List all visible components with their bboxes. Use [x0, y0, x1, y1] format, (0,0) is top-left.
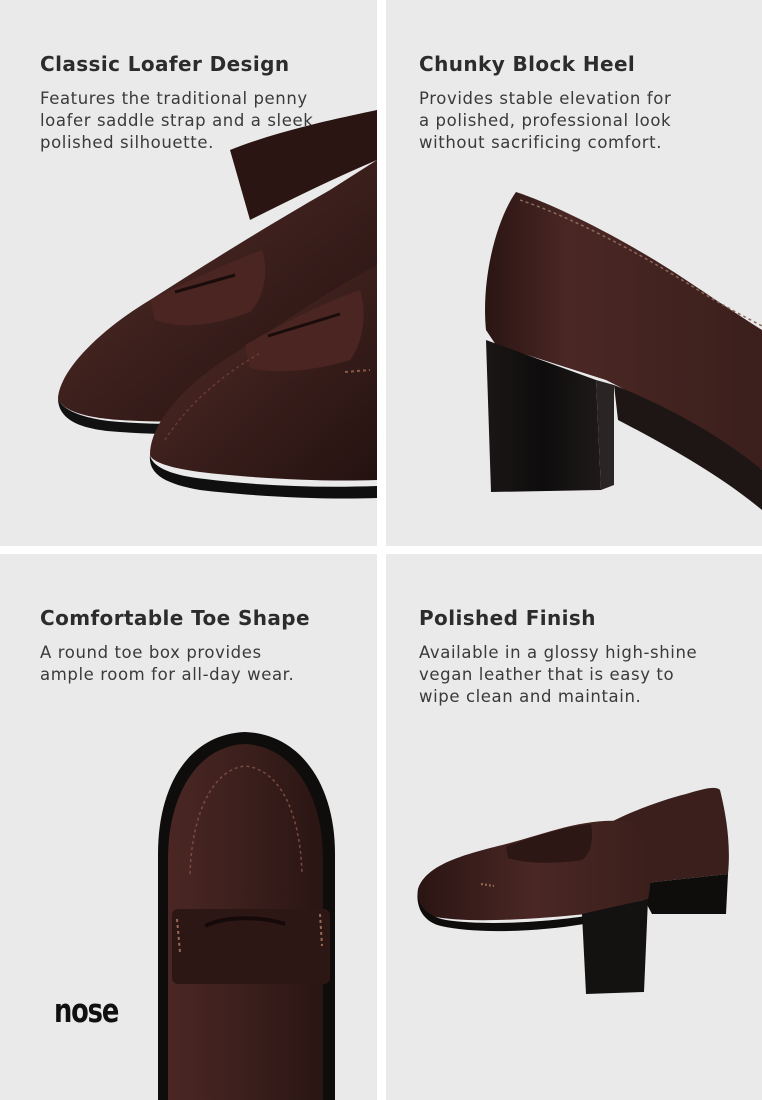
- loafer-pair-image: [58, 110, 377, 499]
- block-heel-image: [485, 192, 762, 510]
- brand-logo: nose: [54, 991, 119, 1030]
- feature-panel-block-heel: Chunky Block Heel Provides stable elevat…: [386, 0, 762, 546]
- feature-panel-classic-loafer: Classic Loafer Design Features the tradi…: [0, 0, 377, 546]
- loafer-pair-side-image: [417, 787, 729, 994]
- feature-panel-polished-finish: Polished Finish Available in a glossy hi…: [386, 554, 762, 1100]
